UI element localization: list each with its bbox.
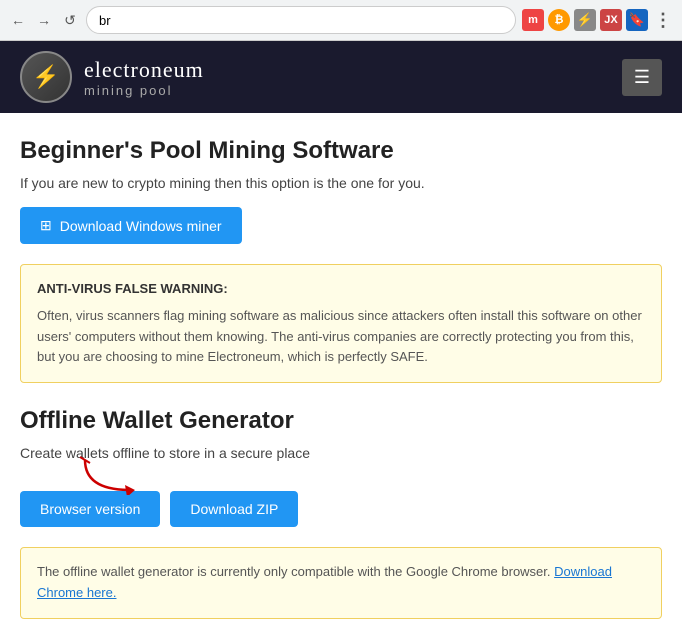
logo-icon: ⚡ (20, 51, 72, 103)
mining-title: Beginner's Pool Mining Software (20, 137, 662, 165)
wallet-title: Offline Wallet Generator (20, 407, 662, 435)
mining-desc: If you are new to crypto mining then thi… (20, 175, 662, 191)
browser-toolbar: ← → ↺ m ₿ ⚡ JX 🔖 ⋮ (0, 0, 682, 40)
logo-name: electroneum (84, 57, 204, 83)
chrome-info-text: The offline wallet generator is currentl… (37, 564, 551, 579)
wallet-buttons-container: Browser version Download ZIP (20, 477, 298, 527)
jx-extension-icon[interactable]: JX (600, 9, 622, 31)
logo-text: electroneum mining pool (84, 57, 204, 98)
wallet-desc: Create wallets offline to store in a sec… (20, 445, 662, 461)
download-windows-label: Download Windows miner (60, 218, 222, 234)
browser-version-label: Browser version (40, 501, 140, 517)
section-wallet: Offline Wallet Generator Create wallets … (20, 407, 662, 527)
m-extension-icon[interactable]: m (522, 9, 544, 31)
back-button[interactable]: ← (8, 10, 28, 30)
download-zip-button[interactable]: Download ZIP (170, 491, 298, 527)
logo-area: ⚡ electroneum mining pool (20, 51, 204, 103)
forward-button[interactable]: → (34, 10, 54, 30)
chrome-info-box: The offline wallet generator is currentl… (20, 547, 662, 619)
bookmark-extension-icon[interactable]: 🔖 (626, 9, 648, 31)
windows-icon: ⊞ (40, 217, 52, 234)
logo-subtitle: mining pool (84, 83, 204, 98)
browser-version-button[interactable]: Browser version (20, 491, 160, 527)
btc-extension-icon[interactable]: ₿ (548, 9, 570, 31)
refresh-button[interactable]: ↺ (60, 10, 80, 30)
browser-menu-button[interactable]: ⋮ (652, 9, 674, 31)
site-header: ⚡ electroneum mining pool ☰ (0, 41, 682, 113)
warning-title: ANTI-VIRUS FALSE WARNING: (37, 279, 645, 300)
browser-icons: m ₿ ⚡ JX 🔖 ⋮ (522, 9, 674, 31)
antivirus-warning-box: ANTI-VIRUS FALSE WARNING: Often, virus s… (20, 264, 662, 383)
section-mining: Beginner's Pool Mining Software If you a… (20, 137, 662, 244)
browser-chrome: ← → ↺ m ₿ ⚡ JX 🔖 ⋮ (0, 0, 682, 41)
red-arrow-annotation (75, 455, 155, 495)
wallet-btn-group: Browser version Download ZIP (20, 491, 298, 527)
warning-body: Often, virus scanners flag mining softwa… (37, 306, 645, 368)
download-zip-label: Download ZIP (190, 501, 278, 517)
main-content: Beginner's Pool Mining Software If you a… (0, 113, 682, 643)
download-windows-miner-button[interactable]: ⊞ Download Windows miner (20, 207, 242, 244)
bolt-extension-icon[interactable]: ⚡ (574, 9, 596, 31)
hamburger-menu-button[interactable]: ☰ (622, 59, 662, 96)
address-bar[interactable] (86, 6, 516, 34)
